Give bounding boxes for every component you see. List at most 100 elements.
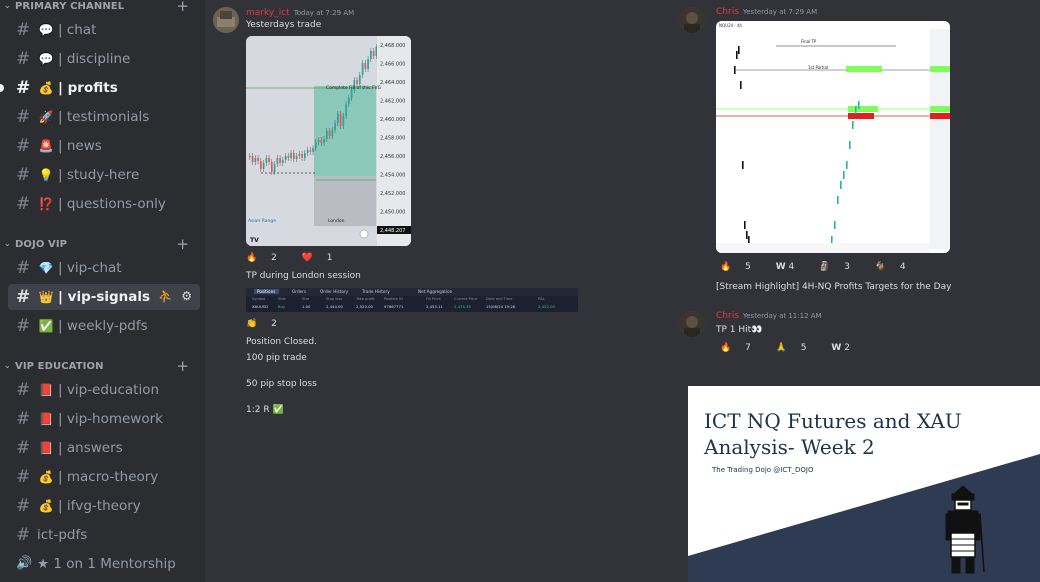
reaction-moai[interactable]: 🗿 3 xyxy=(819,262,861,272)
partial-price-tag xyxy=(930,66,950,72)
channel-emoji: ✅ xyxy=(38,319,54,333)
channel-1on1-mentorship[interactable]: 🔊 ★ 1 on 1 Mentorship xyxy=(8,551,200,577)
reactions-bar: 🔥 5 W 4 🗿 3 🐐 4 xyxy=(720,262,928,272)
channel-label: vip-signals xyxy=(67,289,151,305)
category-dojo-vip[interactable]: ⌄ DOJO VIP + xyxy=(0,235,205,254)
channel-vip-homework[interactable]: # 📕 | vip-homework xyxy=(8,406,200,432)
reaction-clap[interactable]: 👏 2 xyxy=(246,319,288,329)
entry-tag xyxy=(848,106,878,112)
xau-chart: 2,468.000 2,466.000 2,464.000 2,462.000 2,46… xyxy=(246,36,411,246)
user-avatar[interactable] xyxy=(679,311,705,337)
table-header: P&L xyxy=(538,297,545,301)
category-primary-channel[interactable]: ⌄ PRIMARY CHANNEL + xyxy=(0,0,205,16)
nq-chart-image[interactable]: NQU24 · 4h Final TP 1st Partial xyxy=(716,21,950,253)
table-header: Fill Price xyxy=(426,297,441,301)
hash-icon: # xyxy=(16,467,31,487)
reaction-fire[interactable]: 🔥 5 xyxy=(720,262,762,272)
candle-body xyxy=(317,140,320,142)
candle-body xyxy=(831,236,833,244)
message-author[interactable]: marky_ict Today at 7:29 AM xyxy=(246,8,354,18)
reactions-bar: 🔥 7 🙏 5 W 2 xyxy=(720,343,872,353)
message-author[interactable]: Chris Yesterday at 11:12 AM xyxy=(716,311,822,321)
channel-study-here[interactable]: # 💡 | study-here xyxy=(8,162,200,188)
reaction-fire[interactable]: 🔥 7 xyxy=(720,343,762,353)
tab-orders[interactable]: Orders xyxy=(292,289,306,294)
positions-tabs: Positions Orders Order History Trade His… xyxy=(246,288,578,296)
channel-profits[interactable]: # 💰 | profits xyxy=(8,75,200,101)
star-icon: ★ xyxy=(37,556,50,572)
reaction-goat[interactable]: 🐐 4 xyxy=(875,262,917,272)
gear-icon[interactable]: ⚙ xyxy=(181,289,192,303)
entry-price-tag xyxy=(930,106,950,112)
samurai-icon xyxy=(945,485,985,574)
hash-icon: # xyxy=(16,525,31,545)
channel-label: 1 on 1 Mentorship xyxy=(53,556,176,572)
embed-title: ICT NQ Futures and XAU Analysis- Week 2 xyxy=(704,409,962,459)
category-vip-education[interactable]: ⌄ VIP EDUCATION + xyxy=(0,357,205,376)
reaction-fire[interactable]: 🔥 2 xyxy=(246,253,288,263)
channel-answers[interactable]: # 📕 | answers xyxy=(8,435,200,461)
price-tick: 2,460.000 xyxy=(380,117,405,123)
candle-body xyxy=(282,160,284,163)
channel-emoji: 💰 xyxy=(38,499,54,513)
candle-body xyxy=(367,59,369,69)
analysis-embed-card[interactable]: ICT NQ Futures and XAU Analysis- Week 2 … xyxy=(688,386,1040,582)
table-cell: XAUUSD xyxy=(252,304,269,309)
channel-sidebar: ⌄ PRIMARY CHANNEL + # 💬 | chat # 💬 | dis… xyxy=(0,0,205,582)
tab-positions[interactable]: Positions xyxy=(254,289,279,294)
add-channel-icon[interactable]: + xyxy=(176,235,189,253)
tab-net-aggregation[interactable]: Net Aggregation xyxy=(418,289,452,294)
hash-icon: # xyxy=(16,287,31,307)
channel-discipline[interactable]: # 💬 | discipline xyxy=(8,46,200,72)
message-author[interactable]: Chris Yesterday at 7:29 AM xyxy=(716,7,817,17)
chart-settings-icon[interactable] xyxy=(359,229,369,239)
chevron-down-icon: ⌄ xyxy=(4,361,11,370)
channel-ifvg-theory[interactable]: # 💰 | ifvg-theory xyxy=(8,493,200,519)
channel-weekly-pdfs[interactable]: # ✅ | weekly-pdfs xyxy=(8,313,200,339)
user-avatar[interactable] xyxy=(679,7,705,33)
reaction-w[interactable]: W 2 xyxy=(831,343,861,353)
tab-trade-history[interactable]: Trade History xyxy=(362,289,390,294)
message-text: 1:2 R ✅ xyxy=(246,405,284,415)
add-channel-icon[interactable]: + xyxy=(176,0,189,15)
stop-price-tag xyxy=(930,113,950,119)
reaction-pray[interactable]: 🙏 5 xyxy=(776,343,818,353)
channel-label: macro-theory xyxy=(66,469,159,485)
candle-body xyxy=(834,221,836,229)
channel-vip-chat[interactable]: # 💎 | vip-chat xyxy=(8,255,200,281)
candle-body xyxy=(304,153,306,158)
price-tick: 2,454.000 xyxy=(380,173,405,179)
candle-body xyxy=(337,114,339,123)
table-header: Side xyxy=(278,297,286,301)
candle-body xyxy=(858,101,860,109)
candle-body xyxy=(345,104,347,116)
tab-order-history[interactable]: Order History xyxy=(320,289,348,294)
channel-chat[interactable]: # 💬 | chat xyxy=(8,17,200,43)
add-channel-icon[interactable]: + xyxy=(176,357,189,375)
london-zone xyxy=(314,176,376,226)
channel-ict-pdfs[interactable]: # ict-pdfs xyxy=(8,522,200,548)
channel-news[interactable]: # 🚨 | news xyxy=(8,133,200,159)
user-avatar[interactable] xyxy=(213,7,239,33)
partial-tag xyxy=(846,66,882,72)
channel-macro-theory[interactable]: # 💰 | macro-theory xyxy=(8,464,200,490)
reaction-heart[interactable]: ❤️ 1 xyxy=(302,253,344,263)
message-text: [Stream Highlight] 4H-NQ Profits Targets… xyxy=(716,282,952,292)
reaction-w[interactable]: W 4 xyxy=(776,262,806,272)
candle-body xyxy=(855,106,857,114)
trade-chart-image[interactable]: 2,468.000 2,466.000 2,464.000 2,462.000 2,46… xyxy=(246,36,411,246)
table-header: Take profit xyxy=(356,297,375,301)
positions-table-image[interactable]: Positions Orders Order History Trade His… xyxy=(246,288,578,312)
channel-vip-education[interactable]: # 📕 | vip-education xyxy=(8,377,200,403)
channel-testimonials[interactable]: # 🚀 | testimonials xyxy=(8,104,200,130)
channel-vip-signals[interactable]: # 👑 | vip-signals ⛹ ⚙ xyxy=(8,284,200,310)
table-header: Position ID xyxy=(384,297,403,301)
invite-icon[interactable]: ⛹ xyxy=(158,289,173,303)
channel-questions-only[interactable]: # ⁉️ | questions-only xyxy=(8,191,200,217)
candle-body xyxy=(287,156,290,158)
table-cell: 1.00 xyxy=(302,304,311,309)
candle-body xyxy=(370,51,372,59)
candle-body xyxy=(268,158,270,162)
price-tick: 2,468.000 xyxy=(380,43,405,49)
price-tick: 2,464.000 xyxy=(380,80,405,86)
